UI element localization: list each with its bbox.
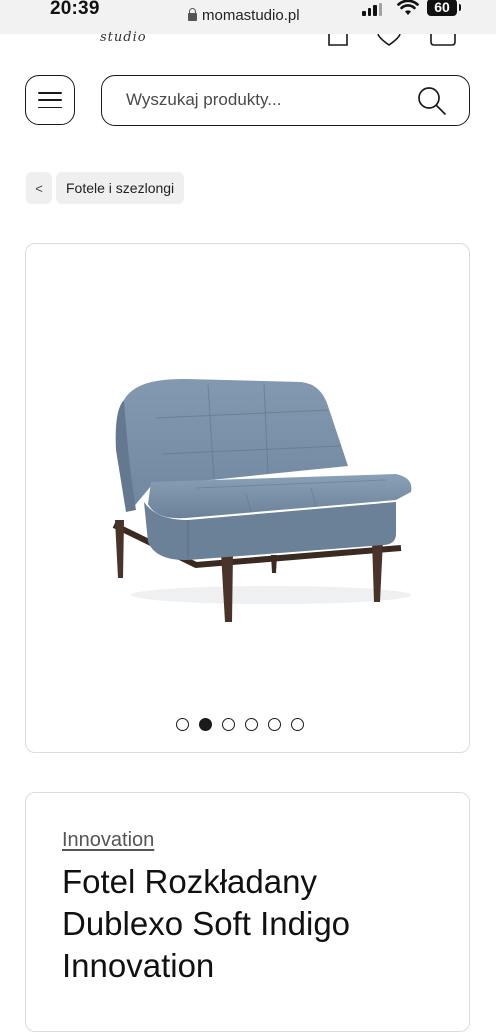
product-title: Fotel Rozkładany Dublexo Soft Indigo Inn… — [62, 863, 351, 984]
battery-level: 60 — [434, 0, 450, 15]
gallery-dot[interactable] — [268, 718, 281, 731]
site-logo[interactable]: studio — [100, 30, 147, 45]
wifi-icon — [397, 0, 419, 15]
search-bar[interactable] — [101, 75, 470, 126]
gallery-dot[interactable] — [291, 718, 304, 731]
battery-icon: 60 — [427, 0, 461, 16]
brand-link[interactable]: Innovation — [62, 829, 154, 852]
chevron-left-icon: < — [35, 180, 43, 196]
product-gallery[interactable] — [25, 243, 470, 753]
lock-icon — [188, 7, 197, 21]
product-image[interactable] — [96, 370, 416, 630]
search-input[interactable] — [126, 76, 396, 124]
status-time: 20:39 — [50, 0, 100, 19]
menu-button[interactable] — [25, 75, 75, 125]
gallery-pagination[interactable] — [176, 718, 304, 731]
cellular-signal-icon — [362, 3, 382, 16]
hamburger-icon — [38, 92, 62, 108]
address-bar[interactable]: momastudio.pl — [188, 7, 300, 24]
status-bar: 20:39 momastudio.pl 60 — [0, 0, 496, 34]
heart-icon[interactable] — [377, 34, 401, 46]
gallery-dot[interactable] — [176, 718, 189, 731]
product-info-card: Innovation Fotel Rozkładany Dublexo Soft… — [25, 792, 470, 1032]
breadcrumb-back-button[interactable]: < — [26, 172, 52, 204]
gallery-dot[interactable] — [222, 718, 235, 731]
gallery-dot-active[interactable] — [199, 718, 212, 731]
address-bar-url: momastudio.pl — [202, 7, 300, 24]
search-icon[interactable] — [417, 86, 447, 116]
breadcrumb-item-category[interactable]: Fotele i szezlongi — [56, 172, 185, 204]
account-icon[interactable] — [328, 34, 348, 46]
breadcrumb-label: Fotele i szezlongi — [66, 180, 175, 196]
gallery-dot[interactable] — [245, 718, 258, 731]
cart-icon[interactable] — [430, 34, 456, 46]
